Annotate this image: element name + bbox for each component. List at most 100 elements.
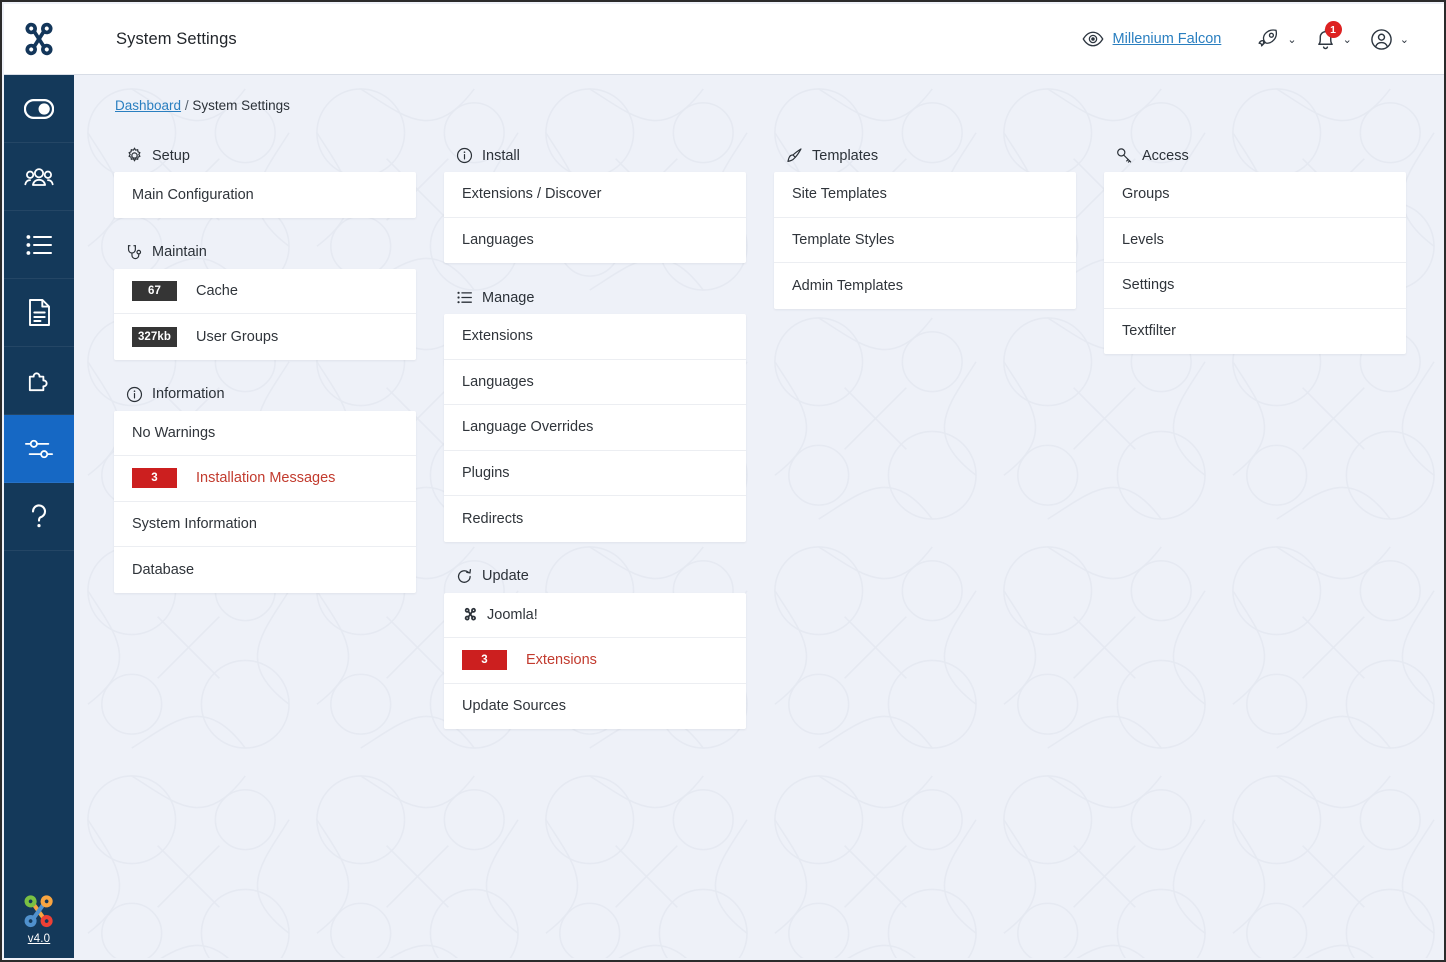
row-label: User Groups xyxy=(196,328,279,345)
row-label: Levels xyxy=(1122,231,1164,248)
user-menu-button[interactable]: ⌄ xyxy=(1361,19,1418,59)
sidebar-item-content[interactable] xyxy=(4,211,74,279)
group-header: Templates xyxy=(774,147,1076,172)
group-header: Manage xyxy=(444,289,746,314)
settings-link-row[interactable]: Extensions xyxy=(444,314,746,360)
settings-card: Joomla! 3 Extensions Update Sources xyxy=(444,592,746,730)
row-count-badge: 67 xyxy=(132,280,177,301)
settings-link-row[interactable]: Plugins xyxy=(444,451,746,496)
row-label: Languages xyxy=(462,232,534,249)
sidebar-item-system[interactable] xyxy=(4,415,74,483)
row-count-badge: 3 xyxy=(132,468,177,489)
toggle-switch-icon xyxy=(24,98,54,119)
row-label: Textfilter xyxy=(1122,323,1176,340)
settings-card: Main Configuration xyxy=(114,172,416,218)
notification-count-badge: 1 xyxy=(1324,21,1342,38)
settings-link-row[interactable]: Language Overrides xyxy=(444,405,746,451)
group-title: Maintain xyxy=(152,244,207,260)
sliders-icon xyxy=(24,439,54,458)
row-label: Admin Templates xyxy=(792,277,903,294)
site-name-label: Millenium Falcon xyxy=(1112,31,1222,47)
sidebar-item-extensions[interactable] xyxy=(4,347,74,415)
row-label: Language Overrides xyxy=(462,419,594,436)
brand-logo-button[interactable] xyxy=(4,4,74,75)
sidebar-item-toggle[interactable] xyxy=(4,75,74,143)
settings-card: 67 Cache 327kb User Groups xyxy=(114,268,416,360)
joomla-color-logo-icon xyxy=(24,895,53,928)
users-icon xyxy=(24,167,54,186)
stethoscope-icon xyxy=(126,244,143,261)
sidebar-footer: v4.0 xyxy=(4,893,74,958)
row-label: Template Styles xyxy=(792,231,895,248)
settings-group: Update Joomla! 3 Extensions Update Sources xyxy=(444,568,746,730)
settings-link-row[interactable]: Site Templates xyxy=(774,172,1076,218)
site-preview-link[interactable]: Millenium Falcon xyxy=(1073,19,1231,59)
list-icon xyxy=(456,289,473,306)
puzzle-icon xyxy=(28,372,48,392)
version-link[interactable]: v4.0 xyxy=(28,933,51,945)
settings-group: Templates Site Templates Template Styles Ad… xyxy=(774,147,1076,309)
settings-link-row[interactable]: Extensions / Discover xyxy=(444,172,746,218)
settings-link-row[interactable]: 327kb User Groups xyxy=(114,314,416,360)
info-circle-icon xyxy=(126,386,143,403)
page-title: System Settings xyxy=(116,29,237,48)
rocket-menu-button[interactable]: ⌄ xyxy=(1248,19,1305,59)
settings-link-row[interactable]: 3 Extensions xyxy=(444,638,746,684)
sidebar-item-users[interactable] xyxy=(4,143,74,211)
key-icon xyxy=(1116,147,1133,164)
settings-column: Install Extensions / Discover Languages Man… xyxy=(444,147,746,755)
settings-group: Setup Main Configuration xyxy=(114,147,416,218)
row-label: Cache xyxy=(196,282,238,299)
settings-link-row[interactable]: No Warnings xyxy=(114,411,416,456)
settings-link-row[interactable]: Admin Templates xyxy=(774,263,1076,309)
settings-link-row[interactable]: Database xyxy=(114,547,416,593)
sidebar-item-help[interactable] xyxy=(4,483,74,551)
breadcrumb-separator: / xyxy=(184,98,189,113)
group-header: Maintain xyxy=(114,244,416,269)
group-header: Information xyxy=(114,386,416,411)
settings-link-row[interactable]: Main Configuration xyxy=(114,172,416,218)
settings-group: Information No Warnings 3 Installation Mess… xyxy=(114,386,416,593)
settings-link-row[interactable]: Levels xyxy=(1104,218,1406,263)
document-icon xyxy=(28,299,50,326)
breadcrumb-dashboard-link[interactable]: Dashboard xyxy=(115,98,181,113)
settings-link-row[interactable]: System Information xyxy=(114,502,416,547)
settings-link-row[interactable]: Settings xyxy=(1104,263,1406,309)
settings-card: Extensions / Discover Languages xyxy=(444,172,746,263)
settings-link-row[interactable]: Update Sources xyxy=(444,684,746,730)
settings-group: Access Groups Levels Settings Textfilter xyxy=(1104,147,1406,354)
row-label: Extensions xyxy=(526,652,597,669)
question-mark-icon xyxy=(31,503,47,527)
settings-link-row[interactable]: Redirects xyxy=(444,496,746,542)
settings-link-row[interactable]: 3 Installation Messages xyxy=(114,456,416,502)
group-header: Update xyxy=(444,568,746,593)
settings-link-row[interactable]: 67 Cache xyxy=(114,269,416,314)
breadcrumb-current: System Settings xyxy=(192,98,290,113)
chevron-down-icon: ⌄ xyxy=(1342,33,1352,46)
group-title: Update xyxy=(482,568,529,584)
settings-link-row[interactable]: Template Styles xyxy=(774,218,1076,263)
top-header-bar: System Settings Millenium Falcon ⌄ 1 ⌄ ⌄ xyxy=(4,4,1444,75)
settings-link-row[interactable]: Groups xyxy=(1104,172,1406,218)
chevron-down-icon: ⌄ xyxy=(1399,33,1409,46)
settings-column: Access Groups Levels Settings Textfilter xyxy=(1104,147,1406,380)
row-label: Update Sources xyxy=(462,698,566,715)
group-header: Install xyxy=(444,147,746,172)
list-icon xyxy=(26,234,52,255)
rocket-icon xyxy=(1258,28,1278,47)
row-label: Groups xyxy=(1122,186,1170,203)
settings-link-row[interactable]: Languages xyxy=(444,360,746,405)
settings-link-row[interactable]: Joomla! xyxy=(444,593,746,638)
sidebar-item-documents[interactable] xyxy=(4,279,74,347)
joomla-admin-window: System Settings Millenium Falcon ⌄ 1 ⌄ ⌄… xyxy=(0,0,1446,962)
settings-link-row[interactable]: Textfilter xyxy=(1104,309,1406,355)
settings-columns: Setup Main Configuration Maintain 67 Cache 32… xyxy=(114,147,1442,755)
settings-card: Extensions Languages Language Overrides Plu… xyxy=(444,314,746,542)
row-label: Redirects xyxy=(462,510,524,527)
settings-link-row[interactable]: Languages xyxy=(444,218,746,264)
notifications-button[interactable]: 1 ⌄ xyxy=(1306,19,1361,59)
chevron-down-icon: ⌄ xyxy=(1287,33,1297,46)
paintbrush-icon xyxy=(786,147,803,164)
settings-column: Setup Main Configuration Maintain 67 Cache 32… xyxy=(114,147,416,619)
info-circle-icon xyxy=(456,147,473,164)
